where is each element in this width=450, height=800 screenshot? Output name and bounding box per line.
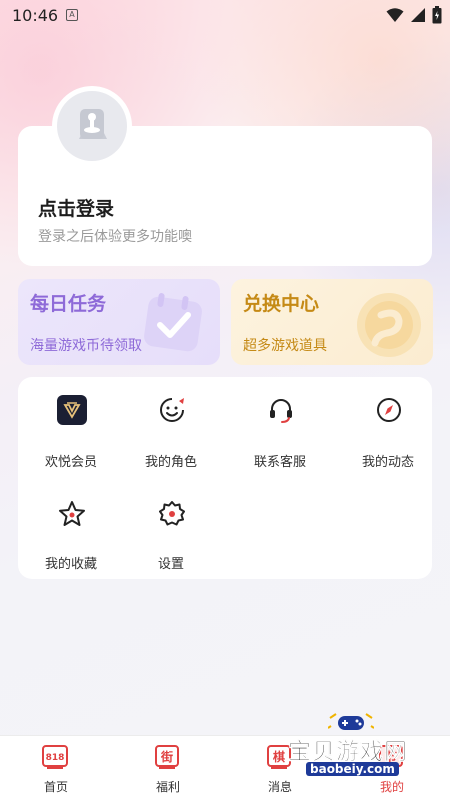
daily-tasks-subtitle: 海量游戏币待领取 <box>30 338 142 354</box>
nav-badge-benefits: 街 <box>160 749 173 764</box>
status-bar: 10:46 A <box>0 0 450 32</box>
coin-icon <box>353 285 425 361</box>
menu-label-customer-service: 联系客服 <box>253 455 306 470</box>
status-indicator: A <box>66 9 78 21</box>
benefits-badge-icon: 街 <box>154 744 180 770</box>
daily-tasks-card[interactable]: 每日任务 海量游戏币待领取 <box>18 279 220 365</box>
nav-badge-mine: 节 <box>385 749 397 764</box>
smiley-face-icon <box>157 395 187 425</box>
compass-icon <box>374 395 404 425</box>
menu-label-my-activity: 我的动态 <box>361 455 414 470</box>
menu-item-vip[interactable]: 欢悦会员 <box>21 387 121 470</box>
exchange-center-subtitle: 超多游戏道具 <box>243 338 327 354</box>
nav-label-home: 首页 <box>43 780 68 794</box>
nav-item-messages[interactable]: 棋 消息 <box>224 736 336 800</box>
login-title[interactable]: 点击登录 <box>38 194 114 221</box>
daily-tasks-title: 每日任务 <box>30 293 107 315</box>
menu-item-my-activity[interactable]: 我的动态 <box>338 387 438 470</box>
nav-badge-messages: 棋 <box>273 749 285 764</box>
bottom-nav: 818 首页 街 福利 棋 消息 节 我的 <box>0 735 450 800</box>
menu-label-favorites: 我的收藏 <box>44 557 97 572</box>
messages-badge-icon: 棋 <box>266 744 292 770</box>
wifi-icon <box>386 7 404 27</box>
nav-label-messages: 消息 <box>267 780 292 794</box>
menu-item-customer-service[interactable]: 联系客服 <box>230 387 330 470</box>
joystick-icon <box>79 109 107 139</box>
status-time: 10:46 <box>12 6 59 25</box>
nav-label-benefits: 福利 <box>155 780 180 794</box>
star-icon <box>57 499 87 529</box>
vip-badge-icon <box>57 395 87 425</box>
settings-gear-icon <box>157 499 187 529</box>
avatar-placeholder <box>57 91 127 161</box>
login-subtitle: 登录之后体验更多功能噢 <box>38 229 192 245</box>
signal-icon <box>410 7 426 27</box>
exchange-center-card[interactable]: 兑换中心 超多游戏道具 <box>231 279 433 365</box>
exchange-center-title: 兑换中心 <box>243 293 320 315</box>
home-badge-icon: 818 <box>42 744 68 770</box>
nav-item-benefits[interactable]: 街 福利 <box>112 736 224 800</box>
status-icons <box>386 6 442 28</box>
calendar-check-icon <box>140 285 212 361</box>
menu-label-settings: 设置 <box>157 557 184 572</box>
menu-item-settings[interactable]: 设置 <box>121 491 221 572</box>
mine-badge-icon: 节 <box>378 744 404 770</box>
nav-item-mine[interactable]: 节 我的 <box>336 736 448 800</box>
menu-grid: 欢悦会员 我的角色 联系客服 我的动态 我的收藏 设置 <box>18 377 432 579</box>
menu-label-my-characters: 我的角色 <box>144 455 197 470</box>
battery-icon <box>432 6 442 28</box>
menu-item-my-characters[interactable]: 我的角色 <box>121 387 221 470</box>
avatar[interactable] <box>52 86 132 166</box>
menu-item-favorites[interactable]: 我的收藏 <box>21 491 121 572</box>
nav-item-home[interactable]: 818 首页 <box>0 736 112 800</box>
nav-label-mine: 我的 <box>379 780 404 794</box>
headset-icon <box>266 395 296 425</box>
nav-badge-home: 818 <box>46 753 65 763</box>
menu-label-vip: 欢悦会员 <box>44 455 97 470</box>
